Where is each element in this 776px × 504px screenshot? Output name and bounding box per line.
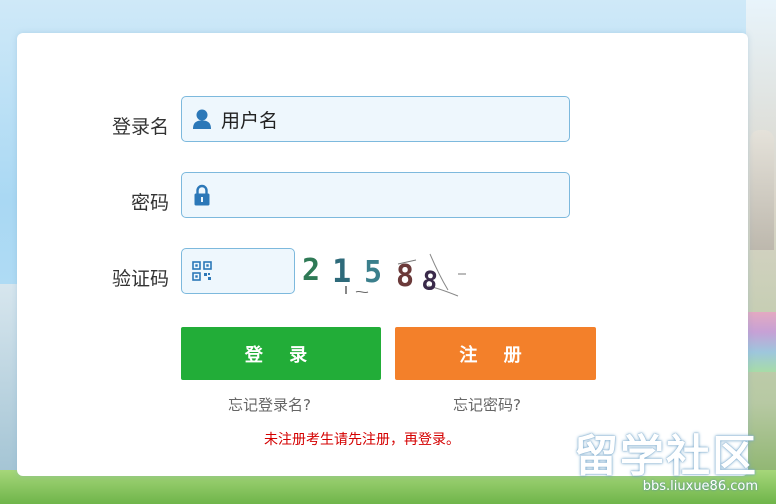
forgot-password-link[interactable]: 忘记密码?	[453, 394, 521, 415]
login-button[interactable]: 登 录	[181, 327, 381, 380]
captcha-char-1: 2	[302, 253, 320, 288]
register-button[interactable]: 注 册	[395, 327, 596, 380]
captcha-label: 验证码	[111, 268, 169, 290]
lock-icon	[191, 183, 213, 207]
captcha-image[interactable]: 2 1 5 8 8	[298, 246, 468, 298]
background-rainbow	[748, 312, 776, 372]
register-notice: 未注册考生请先注册，再登录。	[264, 432, 460, 448]
captcha-char-2: 1	[332, 252, 351, 290]
captcha-char-4: 8	[396, 259, 414, 294]
watermark-title: 留学社区	[574, 431, 758, 482]
login-panel: 登录名 用户名 密码 验证码 2 1 5 8 8 登 录 注 册 忘记登录名? …	[17, 33, 748, 476]
captcha-char-5: 8	[420, 266, 440, 298]
user-icon	[191, 107, 213, 131]
password-field[interactable]	[181, 172, 570, 218]
username-label: 登录名	[111, 116, 169, 138]
password-label: 密码	[130, 192, 169, 214]
background-tower	[750, 130, 774, 250]
username-value: 用户名	[221, 109, 279, 132]
site-watermark: 留学社区 bbs.liuxue86.com	[574, 431, 758, 495]
forgot-username-link[interactable]: 忘记登录名?	[228, 394, 311, 415]
qr-icon	[191, 259, 213, 283]
username-field[interactable]: 用户名	[181, 96, 570, 142]
captcha-field[interactable]	[181, 248, 295, 294]
background-scenery-right	[746, 0, 776, 504]
captcha-char-3: 5	[364, 255, 382, 290]
